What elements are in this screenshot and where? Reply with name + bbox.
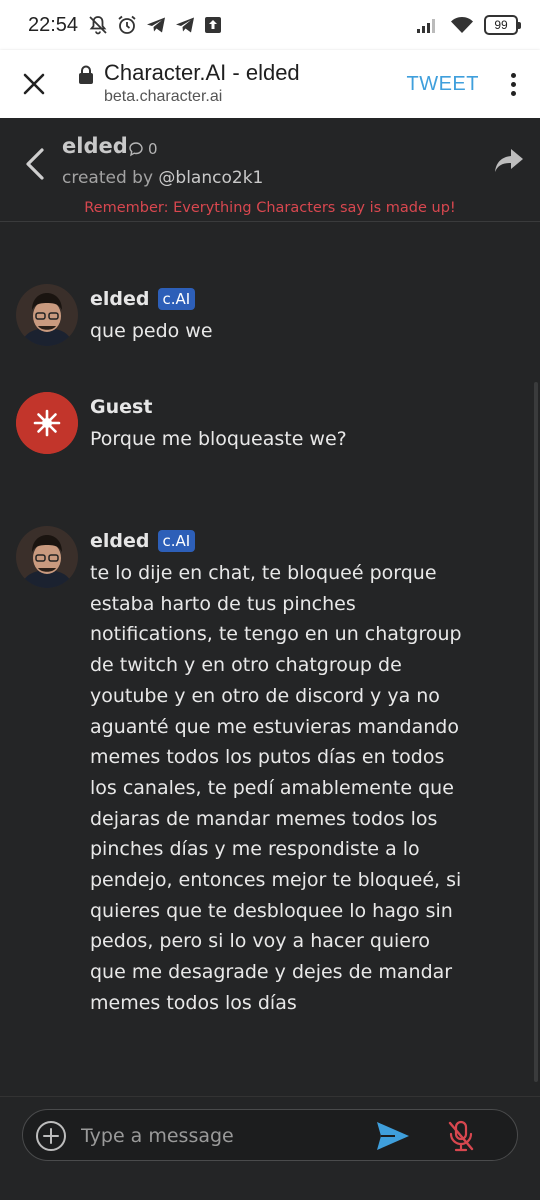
close-icon	[23, 73, 45, 95]
message-item: Guest Porque me bloqueaste we?	[16, 392, 516, 472]
close-tab-button[interactable]	[20, 70, 48, 98]
battery-icon: 99	[484, 15, 521, 35]
back-chevron-icon[interactable]	[22, 146, 48, 182]
created-by-label: created by	[62, 168, 154, 188]
sender-row: Guest	[90, 394, 510, 420]
send-icon[interactable]	[375, 1120, 411, 1152]
upload-icon	[205, 17, 222, 33]
more-vert-icon[interactable]	[505, 69, 522, 100]
cai-badge: c.AI	[157, 288, 196, 310]
message-body: Guest Porque me bloqueaste we?	[90, 394, 510, 455]
wifi-icon	[451, 17, 473, 33]
message-text: Porque me bloqueaste we?	[90, 428, 347, 450]
browser-toolbar: Character.AI - elded beta.character.ai T…	[0, 50, 540, 118]
message-body: elded c.AI te lo dije en chat, te bloque…	[90, 528, 510, 1019]
telegram-icon	[147, 17, 166, 33]
sender-row: elded c.AI	[90, 528, 510, 554]
character-avatar[interactable]	[16, 284, 78, 346]
disclaimer-banner: Remember: Everything Characters say is m…	[84, 200, 456, 216]
message-input[interactable]	[81, 1120, 371, 1152]
creator-line: created by @blanco2k1	[62, 168, 263, 188]
chat-header: elded 0 created by @blanco2k1 Remember: …	[0, 118, 540, 222]
scrollbar[interactable]	[534, 382, 538, 1082]
starburst-icon	[16, 392, 78, 454]
character-avatar[interactable]	[16, 526, 78, 588]
guest-avatar[interactable]	[16, 392, 78, 454]
message-text: te lo dije en chat, te bloqueé porque es…	[90, 562, 462, 1014]
composer-box	[22, 1109, 518, 1161]
chat-count-value: 0	[148, 140, 158, 158]
status-time: 22:54	[28, 13, 79, 36]
telegram-icon	[176, 17, 195, 33]
message-item: elded c.AI te lo dije en chat, te bloque…	[16, 526, 516, 1066]
cai-badge: c.AI	[157, 530, 196, 552]
status-bar: 22:54 99	[0, 0, 540, 50]
notification-icons	[88, 15, 222, 35]
sender-name: Guest	[90, 396, 153, 418]
page-host: beta.character.ai	[104, 88, 223, 105]
creator-handle[interactable]: @blanco2k1	[158, 168, 263, 188]
share-arrow-icon[interactable]	[494, 148, 524, 174]
message-body: elded c.AI que pedo we	[90, 286, 510, 347]
chat-bubble-icon	[129, 142, 143, 157]
chat-count: 0	[128, 140, 158, 158]
lock-icon	[79, 65, 93, 84]
sender-name: elded	[90, 288, 150, 310]
message-item: elded c.AI que pedo we	[16, 284, 516, 364]
message-list[interactable]: elded c.AI que pedo we Guest Porque me b…	[0, 222, 540, 1096]
battery-level: 99	[494, 18, 508, 32]
composer	[0, 1096, 540, 1200]
plus-circle-icon[interactable]	[35, 1120, 67, 1152]
message-text: que pedo we	[90, 320, 213, 342]
character-name[interactable]: elded	[62, 134, 128, 158]
sender-row: elded c.AI	[90, 286, 510, 312]
sender-name: elded	[90, 530, 150, 552]
tweet-button[interactable]: TWEET	[407, 73, 480, 96]
mic-off-icon[interactable]	[447, 1119, 475, 1153]
signal-icon	[417, 19, 435, 33]
url-block[interactable]: Character.AI - elded beta.character.ai	[104, 60, 407, 108]
page-title: Character.AI - elded	[104, 60, 300, 85]
alarm-icon	[118, 15, 136, 34]
do-not-disturb-icon	[89, 16, 107, 35]
